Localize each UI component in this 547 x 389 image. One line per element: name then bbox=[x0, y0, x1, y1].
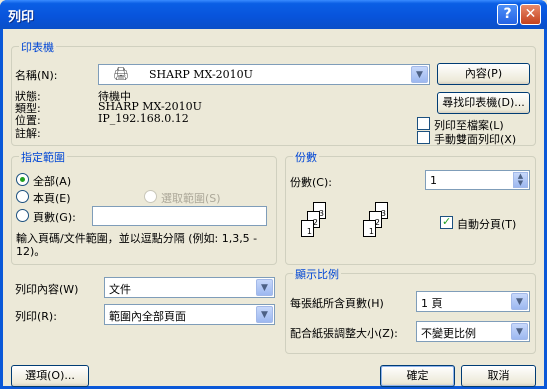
copies-group-label: 份數 bbox=[293, 149, 319, 165]
scale-label: 配合紙張調整大小(Z): bbox=[290, 327, 398, 340]
range-pages-label: 頁數(G): bbox=[33, 211, 76, 224]
close-button[interactable]: ✕ bbox=[520, 4, 541, 25]
range-selection-radio[interactable] bbox=[144, 190, 157, 203]
range-selection-label: 選取範圍(S) bbox=[161, 192, 221, 205]
range-all-radio[interactable] bbox=[16, 173, 29, 186]
find-printer-button[interactable]: 尋找印表機(D)... bbox=[437, 92, 530, 114]
zoom-group-label: 顯示比例 bbox=[293, 266, 341, 282]
chevron-down-icon[interactable]: ▼ bbox=[256, 306, 273, 323]
print-to-file-checkbox[interactable] bbox=[417, 117, 430, 130]
pages-per-sheet-value: 1 頁 bbox=[421, 297, 443, 310]
help-button[interactable]: ? bbox=[497, 4, 518, 25]
copies-spinner[interactable]: 1 ▲ ▼ bbox=[425, 170, 530, 190]
cancel-button[interactable]: 取消 bbox=[461, 365, 536, 387]
spinner-arrows-icon[interactable]: ▲ ▼ bbox=[513, 172, 528, 188]
printer-name-value: SHARP MX-2010U bbox=[149, 68, 253, 81]
range-pages-radio[interactable] bbox=[16, 209, 29, 222]
page-icon: 1 bbox=[363, 220, 376, 237]
chevron-down-icon[interactable]: ▼ bbox=[256, 279, 273, 296]
scale-value: 不變更比例 bbox=[421, 327, 476, 340]
properties-button[interactable]: 內容(P) bbox=[437, 63, 530, 85]
print-what-label: 列印內容(W) bbox=[15, 283, 79, 296]
print-range-label: 列印(R): bbox=[15, 310, 57, 323]
chevron-down-icon[interactable]: ▼ bbox=[511, 293, 528, 310]
window-title: 列印 bbox=[8, 10, 35, 25]
collate-checkbox[interactable] bbox=[440, 215, 453, 229]
title-bar[interactable]: 列印 ? ✕ bbox=[0, 0, 547, 29]
copies-label: 份數(C): bbox=[290, 176, 332, 189]
print-dialog: 列印 ? ✕ 印表機 名稱(N): 🖨 SHARP MX-2010U ▼ 內容(… bbox=[0, 0, 547, 389]
options-button[interactable]: 選項(O)... bbox=[11, 365, 89, 387]
scale-select[interactable]: 不變更比例 ▼ bbox=[416, 321, 530, 342]
range-all-label: 全部(A) bbox=[33, 175, 72, 188]
print-range-select[interactable]: 範圍內全部頁面 ▼ bbox=[104, 304, 275, 325]
print-what-value: 文件 bbox=[109, 283, 131, 296]
collate-label: 自動分頁(T) bbox=[457, 218, 517, 231]
printer-name-select[interactable]: 🖨 SHARP MX-2010U ▼ bbox=[98, 64, 430, 85]
chevron-down-icon[interactable]: ▼ bbox=[411, 66, 428, 83]
comment-label: 註解: bbox=[15, 127, 41, 140]
pages-input[interactable] bbox=[92, 206, 267, 226]
manual-duplex-checkbox[interactable] bbox=[417, 131, 430, 144]
printer-name-label: 名稱(N): bbox=[15, 69, 58, 82]
page-range-group-label: 指定範圍 bbox=[19, 149, 67, 165]
printer-group-label: 印表機 bbox=[19, 39, 56, 55]
range-current-page-label: 本頁(E) bbox=[33, 192, 71, 205]
page-icon: 1 bbox=[301, 220, 314, 237]
range-hint: 輸入頁碼/文件範圍，並以逗點分隔 (例如: 1,3,5 - 12)。 bbox=[16, 232, 258, 258]
pages-per-sheet-label: 每張紙所含頁數(H) bbox=[290, 297, 384, 310]
where-value: IP_192.168.0.12 bbox=[98, 112, 189, 125]
range-current-page-radio[interactable] bbox=[16, 190, 29, 203]
pages-per-sheet-select[interactable]: 1 頁 ▼ bbox=[416, 291, 530, 312]
printer-icon: 🖨 bbox=[113, 67, 130, 82]
ok-button[interactable]: 確定 bbox=[380, 365, 455, 387]
chevron-down-icon[interactable]: ▼ bbox=[511, 323, 528, 340]
manual-duplex-label: 手動雙面列印(X) bbox=[434, 133, 517, 146]
copies-value: 1 bbox=[430, 174, 437, 187]
dialog-body: 印表機 名稱(N): 🖨 SHARP MX-2010U ▼ 內容(P) 狀態: … bbox=[3, 29, 544, 387]
print-range-value: 範圍內全部頁面 bbox=[109, 310, 186, 323]
print-what-select[interactable]: 文件 ▼ bbox=[104, 277, 275, 298]
